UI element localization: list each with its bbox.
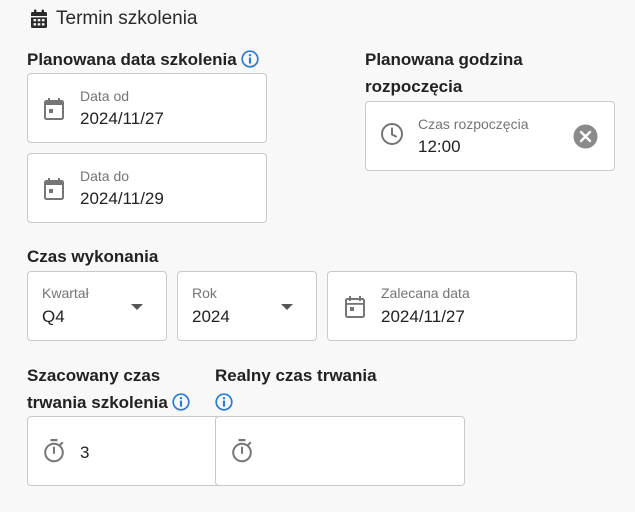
year-select[interactable]: Rok 2024 [177, 271, 317, 341]
planned-date-label: Planowana data szkolenia [27, 46, 259, 76]
estimated-label-line2: trwania szkolenia [27, 393, 168, 412]
section-title: Termin szkolenia [56, 8, 198, 29]
execution-label: Czas wykonania [27, 247, 159, 266]
real-label-text: Realny czas trwania [215, 366, 377, 385]
date-to-field[interactable]: Data do 2024/11/29 [27, 153, 267, 223]
estimated-duration-field[interactable]: 3 [27, 416, 227, 486]
info-icon[interactable] [172, 392, 190, 419]
quarter-caption: Kwartał [42, 285, 89, 301]
info-icon[interactable] [215, 392, 233, 419]
calendar-outline-icon [43, 97, 65, 126]
estimated-label-line1: Szacowany czas [27, 366, 161, 385]
start-time-caption: Czas rozpoczęcia [418, 116, 529, 132]
date-from-field[interactable]: Data od 2024/11/27 [27, 73, 267, 143]
estimated-duration-value: 3 [80, 443, 90, 462]
estimated-duration-label: Szacowany czas trwania szkolenia [27, 362, 190, 419]
start-time-value: 12:00 [418, 137, 461, 156]
clear-icon[interactable] [573, 124, 598, 154]
planned-time-label-line2: rozpoczęcia [365, 77, 463, 96]
chevron-down-icon[interactable] [281, 304, 293, 310]
stopwatch-icon [231, 438, 253, 469]
calendar-outline-icon [43, 177, 65, 206]
chevron-down-icon[interactable] [131, 304, 143, 310]
real-duration-label: Realny czas trwania [215, 362, 377, 419]
planned-date-label-text: Planowana data szkolenia [27, 50, 237, 69]
recommended-date-field[interactable]: Zalecana data 2024/11/27 [327, 271, 577, 341]
info-icon[interactable] [241, 49, 259, 76]
quarter-value: Q4 [42, 307, 65, 326]
date-from-caption: Data od [80, 88, 130, 104]
calendar-outline-icon [344, 295, 366, 324]
recommended-date-value: 2024/11/27 [381, 307, 465, 326]
section-header: Termin szkolenia [30, 6, 198, 32]
start-time-field[interactable]: Czas rozpoczęcia 12:00 [365, 101, 615, 171]
real-duration-field[interactable] [215, 416, 465, 486]
planned-time-label: Planowana godzina rozpoczęcia [365, 46, 523, 100]
stopwatch-icon [43, 438, 65, 469]
date-to-caption: Data do [80, 168, 130, 184]
quarter-select[interactable]: Kwartał Q4 [27, 271, 167, 341]
date-to-value: 2024/11/29 [80, 189, 164, 208]
clock-icon [380, 122, 404, 151]
calendar-icon [30, 9, 48, 29]
year-value: 2024 [192, 307, 230, 326]
year-caption: Rok [192, 285, 217, 301]
planned-time-label-line1: Planowana godzina [365, 50, 523, 69]
date-from-value: 2024/11/27 [80, 109, 164, 128]
recommended-date-caption: Zalecana data [381, 285, 470, 301]
